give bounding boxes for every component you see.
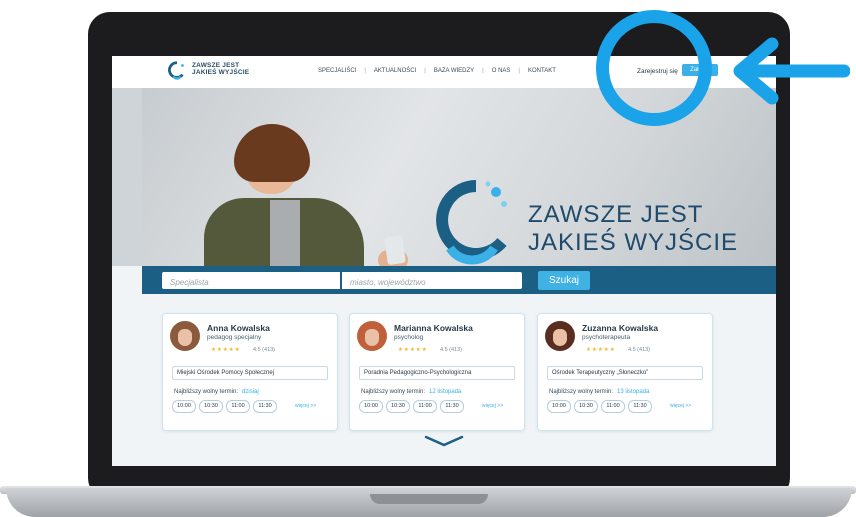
next-available: Najbliższy wolny termin: 12 listopada xyxy=(361,389,461,395)
hero-title: ZAWSZE JEST JAKIEŚ WYJŚCIE xyxy=(528,201,738,257)
specialist-placeholder: Specjalista xyxy=(170,278,209,287)
logo-line2: JAKIEŚ WYJŚCIE xyxy=(192,69,250,76)
nav-separator: | xyxy=(424,68,426,74)
next-available-date: 12 listopada xyxy=(429,389,462,395)
specialist-name[interactable]: Anna Kowalska xyxy=(207,323,270,333)
time-slot[interactable]: 11:00 xyxy=(226,400,250,413)
nav-separator: | xyxy=(364,68,366,74)
logo-text[interactable]: ZAWSZE JEST JAKIEŚ WYJŚCIE xyxy=(192,62,249,76)
specialist-role: pedagog specjalny xyxy=(207,334,262,341)
time-slot[interactable]: 11:30 xyxy=(628,400,652,413)
rating-value: 4.5 (413) xyxy=(253,347,276,353)
specialist-name[interactable]: Marianna Kowalska xyxy=(394,323,473,333)
time-slot[interactable]: 10:00 xyxy=(547,400,571,413)
nav-aktualnosci[interactable]: AKTUALNOŚCI xyxy=(374,68,416,74)
institution-field: Ośrodek Terapeutyczny „Słoneczko” xyxy=(547,366,703,380)
logo-line1: ZAWSZE JEST xyxy=(192,62,240,69)
time-slot[interactable]: 10:30 xyxy=(574,400,598,413)
arrow-left-icon xyxy=(733,37,850,105)
nav-baza-wiedzy[interactable]: BAZA WIEDZY xyxy=(434,68,474,74)
nav-o-nas[interactable]: O NAS xyxy=(492,68,511,74)
institution-field: Miejski Ośrodek Pomocy Społecznej xyxy=(172,366,328,380)
hero-title-line1: ZAWSZE JEST xyxy=(528,201,704,228)
time-slot[interactable]: 11:00 xyxy=(601,400,625,413)
nav-separator: | xyxy=(482,68,484,74)
specialist-card[interactable]: Marianna Kowalska psycholog ★★★★★ 4.5 (4… xyxy=(349,313,525,431)
time-slot[interactable]: 10:30 xyxy=(386,400,410,413)
specialist-search-input[interactable]: Specjalista xyxy=(162,272,340,289)
avatar xyxy=(545,321,575,351)
time-slot[interactable]: 11:00 xyxy=(413,400,437,413)
time-slot[interactable]: 11:30 xyxy=(253,400,277,413)
avatar xyxy=(357,321,387,351)
time-slot[interactable]: 10:30 xyxy=(199,400,223,413)
rating-value: 4.5 (413) xyxy=(440,347,463,353)
chevron-down-icon[interactable] xyxy=(424,434,464,448)
hero-photo-shirt xyxy=(270,200,300,266)
next-available-date: dzisiaj xyxy=(242,389,259,395)
specialist-role: psychoterapeuta xyxy=(582,334,631,341)
more-link[interactable]: więcej >> xyxy=(670,403,691,409)
specialist-card[interactable]: Anna Kowalska pedagog specjalny ★★★★★ 4.… xyxy=(162,313,338,431)
specialist-card[interactable]: Zuzanna Kowalska psychoterapeuta ★★★★★ 4… xyxy=(537,313,713,431)
rating-value: 4.5 (413) xyxy=(628,347,651,353)
time-slot[interactable]: 11:30 xyxy=(440,400,464,413)
hero-logo-icon xyxy=(436,180,507,265)
hero-title-line2: JAKIEŚ WYJŚCIE xyxy=(528,229,739,256)
rating-stars: ★★★★★ xyxy=(211,347,241,353)
time-slots: 10:00 10:30 11:00 11:30 xyxy=(547,400,652,413)
highlight-circle-icon xyxy=(596,10,712,126)
laptop-notch xyxy=(370,494,488,504)
time-slot[interactable]: 10:00 xyxy=(359,400,383,413)
next-available-label: Najbliższy wolny termin: xyxy=(174,389,239,395)
search-button[interactable]: Szukaj xyxy=(538,271,590,290)
next-available-date: 13 listopada xyxy=(617,389,650,395)
next-available: Najbliższy wolny termin: dzisiaj xyxy=(174,389,259,395)
main-nav: SPECJALIŚCI | AKTUALNOŚCI | BAZA WIEDZY … xyxy=(318,68,556,74)
rating-stars: ★★★★★ xyxy=(586,347,616,353)
time-slots: 10:00 10:30 11:00 11:30 xyxy=(172,400,277,413)
hero-photo-hair xyxy=(234,124,310,182)
institution-field: Poradnia Pedagogiczno-Psychologiczna xyxy=(359,366,515,380)
time-slot[interactable]: 10:00 xyxy=(172,400,196,413)
nav-specjalisci[interactable]: SPECJALIŚCI xyxy=(318,68,356,74)
city-placeholder: miasto, województwo xyxy=(350,278,426,287)
nav-kontakt[interactable]: KONTAKT xyxy=(528,68,556,74)
hero-photo-phone xyxy=(384,234,406,266)
specialist-role: psycholog xyxy=(394,334,424,341)
city-search-input[interactable]: miasto, województwo xyxy=(342,272,522,289)
next-available: Najbliższy wolny termin: 13 listopada xyxy=(549,389,649,395)
next-available-label: Najbliższy wolny termin: xyxy=(549,389,614,395)
rating-stars: ★★★★★ xyxy=(398,347,428,353)
more-link[interactable]: więcej >> xyxy=(482,403,503,409)
logo-icon[interactable] xyxy=(166,60,188,82)
avatar xyxy=(170,321,200,351)
specialist-name[interactable]: Zuzanna Kowalska xyxy=(582,323,658,333)
more-link[interactable]: więcej >> xyxy=(295,403,316,409)
hero-side-background xyxy=(112,88,142,266)
next-available-label: Najbliższy wolny termin: xyxy=(361,389,426,395)
nav-separator: | xyxy=(518,68,520,74)
time-slots: 10:00 10:30 11:00 11:30 xyxy=(359,400,464,413)
